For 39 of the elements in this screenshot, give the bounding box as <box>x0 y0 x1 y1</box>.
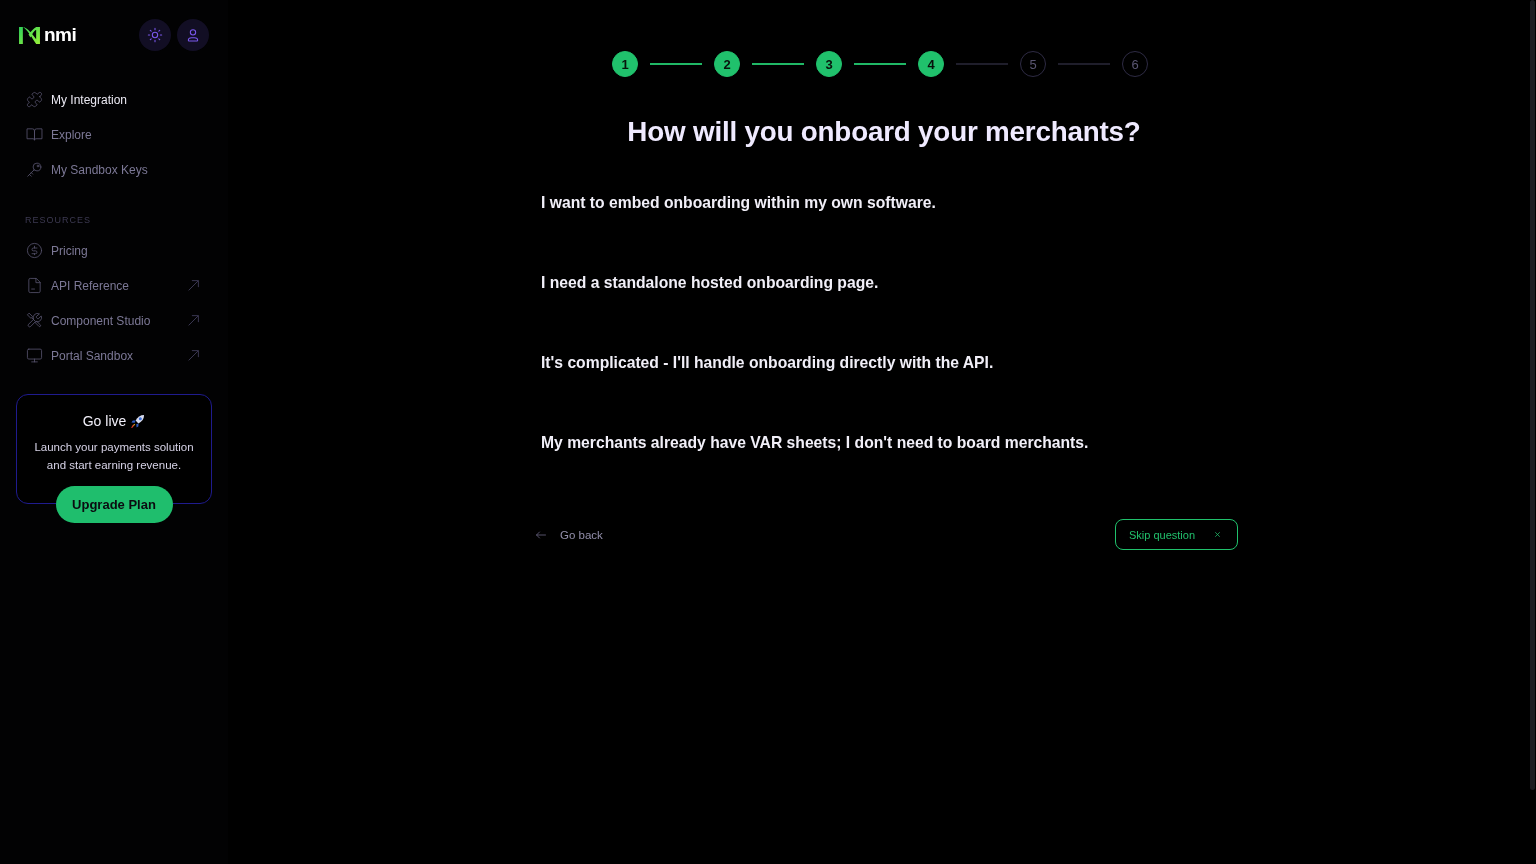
promo-text: Launch your payments solution and start earning revenue. <box>33 440 195 473</box>
book-icon <box>26 126 43 143</box>
profile-button[interactable] <box>177 19 209 51</box>
step-indicator: 3 <box>816 51 842 77</box>
logo-mark-icon <box>18 25 41 45</box>
go-back-button[interactable]: Go back <box>530 528 603 541</box>
upgrade-plan-button[interactable]: Upgrade Plan <box>55 486 173 523</box>
key-icon <box>26 161 43 178</box>
step-indicator: 4 <box>918 51 944 77</box>
answer-option[interactable]: I need a standalone hosted onboarding page. <box>530 263 890 303</box>
answer-option[interactable]: I want to embed onboarding within my own software. <box>530 183 947 223</box>
doc-icon <box>26 277 43 294</box>
sidebar-item[interactable]: Explore <box>16 117 212 152</box>
answer-option[interactable]: It's complicated - I'll handle onboarding directly with the API. <box>530 343 1005 383</box>
logo-text: nmi <box>44 25 77 45</box>
step-indicator: 2 <box>714 51 740 77</box>
scrollbar-thumb[interactable] <box>1530 0 1535 790</box>
promo-title: Go live <box>82 412 127 430</box>
sun-icon <box>147 27 163 43</box>
section-heading: RESOURCES <box>25 214 92 226</box>
sidebar-item[interactable]: My Integration <box>16 82 212 117</box>
step-indicator: 1 <box>612 51 638 77</box>
close-icon <box>1213 530 1222 539</box>
sidebar-item[interactable]: API Reference <box>16 268 212 303</box>
sidebar-item[interactable]: Portal Sandbox <box>16 338 212 373</box>
skip-question-button[interactable]: Skip question <box>1114 519 1238 550</box>
puzzle-icon <box>26 91 43 108</box>
sidebar-item[interactable]: My Sandbox Keys <box>16 152 212 187</box>
sidebar-item[interactable]: Pricing <box>16 233 212 268</box>
theme-toggle-button[interactable] <box>139 19 171 51</box>
sidebar-item[interactable]: Component Studio <box>16 303 212 338</box>
monitor-icon <box>26 347 43 364</box>
tools-icon <box>26 312 43 329</box>
user-icon <box>185 27 201 43</box>
question-title: How will you onboard your merchants? <box>626 115 1142 149</box>
dollar-icon <box>26 242 43 259</box>
rocket-icon <box>130 413 146 429</box>
answer-option[interactable]: My merchants already have VAR sheets; I don't need to board merchants. <box>530 423 1100 463</box>
arrow-left-icon <box>535 528 547 541</box>
